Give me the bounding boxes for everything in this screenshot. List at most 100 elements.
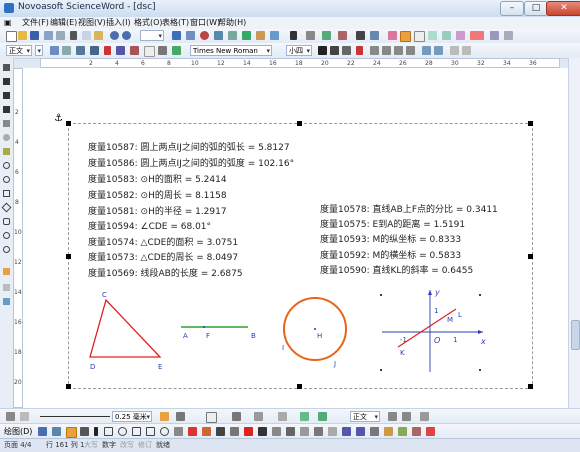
pen-icon[interactable] (388, 31, 397, 40)
save-icon[interactable] (30, 31, 39, 40)
maximize-button[interactable]: □ (524, 1, 548, 16)
undo-icon[interactable] (110, 31, 119, 40)
select-icon[interactable] (38, 427, 47, 436)
style-extra-combo[interactable] (35, 45, 43, 56)
ruler-icon[interactable] (420, 412, 429, 421)
menu-format[interactable]: 格式(O) (134, 17, 163, 29)
line-spacing-icon[interactable] (158, 46, 167, 55)
style-icon[interactable] (456, 31, 465, 40)
superscript-x-icon[interactable] (342, 427, 351, 436)
triangle-draw-icon[interactable] (146, 427, 155, 436)
vertical-scrollbar[interactable] (568, 58, 580, 408)
close-button[interactable]: ✕ (546, 1, 580, 16)
font-color-icon[interactable] (104, 46, 111, 55)
shadow-icon[interactable] (272, 427, 281, 436)
line-draw-icon[interactable] (104, 427, 113, 436)
frame-icon[interactable] (144, 46, 155, 57)
calc-icon[interactable] (490, 31, 499, 40)
align-right-icon[interactable] (394, 46, 403, 55)
arc-draw-icon[interactable] (174, 427, 183, 436)
grid-icon[interactable] (442, 31, 451, 40)
justify-icon[interactable] (406, 46, 415, 55)
grid-snap-icon[interactable] (328, 427, 337, 436)
highlight-icon[interactable] (400, 31, 411, 42)
dot-icon[interactable] (94, 427, 98, 436)
align-center-icon[interactable] (382, 46, 391, 55)
open-icon[interactable] (18, 31, 27, 40)
dash-style-icon[interactable] (300, 427, 309, 436)
line-style-preview[interactable] (40, 416, 110, 417)
formula-icon[interactable] (214, 31, 223, 40)
arc-tool-icon[interactable] (3, 176, 10, 183)
diamond-tool-icon[interactable] (1, 202, 12, 213)
align-style-combo[interactable]: 正文 (350, 411, 380, 422)
font-combo[interactable]: Times New Roman (190, 45, 272, 56)
group-icon[interactable] (232, 412, 241, 421)
list-icon[interactable] (62, 46, 71, 55)
order-icon[interactable] (318, 412, 327, 421)
point-tool-icon[interactable] (3, 134, 10, 141)
scroll-thumb[interactable] (571, 320, 580, 350)
pointer-tool-icon[interactable] (3, 64, 10, 71)
superscript-icon[interactable] (116, 46, 125, 55)
ray-tool-icon[interactable] (3, 106, 10, 113)
menu-view[interactable]: 视图(V) (78, 17, 106, 29)
paste-icon[interactable] (94, 31, 103, 40)
drawing-icon[interactable] (200, 31, 209, 40)
center-h[interactable] (314, 328, 316, 330)
line-color-red-icon[interactable] (244, 427, 253, 436)
redo-icon[interactable] (122, 31, 131, 40)
menu-file[interactable]: 文件(F) (22, 17, 49, 29)
arrow-style-icon[interactable] (314, 427, 323, 436)
point-f[interactable] (203, 326, 205, 328)
preview-icon[interactable] (56, 31, 65, 40)
handle-top-right[interactable] (528, 121, 533, 126)
mathml-icon[interactable] (470, 31, 484, 40)
columns-icon[interactable] (186, 31, 195, 40)
text-left-icon[interactable] (388, 412, 397, 421)
color-a-icon[interactable] (356, 46, 363, 55)
help-icon[interactable] (504, 31, 513, 40)
subscript-icon[interactable] (130, 46, 139, 55)
pencil-icon[interactable] (160, 412, 169, 421)
rect-icon[interactable] (206, 412, 217, 423)
rotate-icon[interactable] (278, 412, 287, 421)
shade-icon[interactable] (428, 31, 437, 40)
red-icon[interactable] (188, 427, 197, 436)
midpoint-tool-icon[interactable] (3, 148, 10, 155)
drawing-menu-label[interactable]: 绘图(D) (4, 426, 32, 437)
delete-icon[interactable] (66, 427, 77, 438)
menu-edit[interactable]: 编辑(E) (50, 17, 77, 29)
new-icon[interactable] (6, 31, 17, 42)
char-spacing-icon[interactable] (172, 46, 181, 55)
handle-mid-left[interactable] (66, 254, 71, 259)
geometry-icon[interactable] (256, 31, 265, 40)
stop-icon[interactable] (426, 427, 435, 436)
segment-tool-icon[interactable] (3, 92, 10, 99)
text-right-icon[interactable] (402, 412, 411, 421)
font-size-combo[interactable]: 小四 (286, 45, 312, 56)
minimize-button[interactable]: – (500, 1, 524, 16)
graph-tool-icon[interactable] (3, 298, 10, 305)
numbered-list-icon[interactable] (422, 46, 431, 55)
menu-window[interactable]: 窗口(W) (190, 17, 220, 29)
paragraph-icon[interactable] (50, 46, 59, 55)
3d-icon[interactable] (286, 427, 295, 436)
bracket-icon[interactable] (322, 31, 331, 40)
ellipse-tool-icon[interactable] (3, 246, 10, 253)
hexagon-tool-icon[interactable] (3, 232, 10, 239)
dash-icon[interactable] (176, 412, 185, 421)
symbol-icon[interactable] (270, 31, 279, 40)
anchor-icon[interactable]: ⚓ (54, 113, 63, 124)
line-color-icon[interactable] (6, 412, 15, 421)
move-icon[interactable] (52, 427, 61, 436)
triangle-cde[interactable] (89, 298, 162, 358)
handle-mid-right[interactable] (528, 254, 533, 259)
menu-table[interactable]: 表格(T) (162, 17, 189, 29)
decrease-indent-icon[interactable] (450, 46, 459, 55)
align-icon[interactable] (254, 412, 263, 421)
zoom-combo[interactable] (140, 30, 164, 41)
circle-draw-icon[interactable] (118, 427, 127, 436)
align-left-icon[interactable] (370, 46, 379, 55)
fill-icon[interactable] (20, 412, 29, 421)
